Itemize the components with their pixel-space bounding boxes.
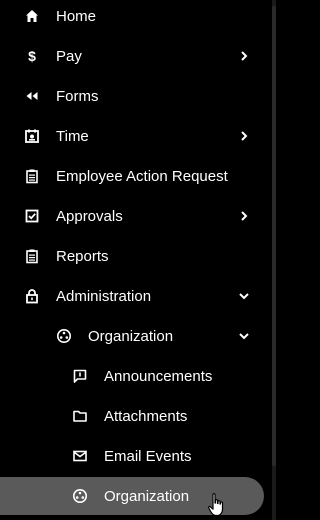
lock-icon (24, 288, 40, 304)
clipboard-icon (24, 248, 40, 264)
home-icon (24, 8, 40, 24)
nav-item-administration[interactable]: Administration (0, 276, 272, 316)
nav-group-organization[interactable]: Organization (0, 316, 272, 356)
checkbox-icon (24, 208, 40, 224)
nav-item-time[interactable]: Time (0, 116, 272, 156)
nav-item-attachments[interactable]: Attachments (0, 396, 272, 436)
nav-item-label: Forms (56, 87, 99, 105)
nav-item-label: Reports (56, 247, 109, 265)
nav-item-label: Time (56, 127, 89, 145)
nav-item-forms[interactable]: Forms (0, 76, 272, 116)
scrollbar-thumb[interactable] (272, 6, 276, 466)
nav-item-pay[interactable]: $ Pay (0, 36, 272, 76)
chevron-down-icon (238, 330, 250, 342)
nav-item-label: Announcements (104, 367, 213, 385)
dollar-icon: $ (24, 48, 40, 64)
chat-icon (72, 368, 88, 384)
nav-item-label: Home (56, 7, 97, 25)
nav-item-label: Attachments (104, 407, 188, 425)
clipboard-icon (24, 168, 40, 184)
nav-item-label: Pay (56, 47, 82, 65)
nav-item-label: Email Events (104, 447, 192, 465)
mail-icon (72, 448, 88, 464)
nav-item-organization[interactable]: Organization (0, 476, 272, 516)
nav-item-reports[interactable]: Reports (0, 236, 272, 276)
folder-icon (72, 408, 88, 424)
org-icon (72, 488, 88, 504)
side-navigation: Home $ Pay Forms Time Employee Action Re… (0, 0, 272, 520)
chevron-right-icon (238, 210, 250, 222)
chevron-right-icon (238, 130, 250, 142)
org-icon (56, 328, 72, 344)
hand-cursor-icon (208, 493, 224, 517)
chevron-right-icon (238, 50, 250, 62)
nav-item-approvals[interactable]: Approvals (0, 196, 272, 236)
chevron-down-icon (238, 290, 250, 302)
scrollbar[interactable] (272, 0, 276, 520)
nav-item-announcements[interactable]: Announcements (0, 356, 272, 396)
svg-text:$: $ (28, 48, 36, 64)
time-badge-icon (24, 128, 40, 144)
nav-item-label: Administration (56, 287, 152, 305)
nav-item-label: Organization (104, 487, 190, 505)
nav-item-label: Organization (88, 327, 174, 345)
nav-item-employee-action-request[interactable]: Employee Action Request (0, 156, 272, 196)
rewind-icon (24, 88, 40, 104)
nav-item-label: Employee Action Request (56, 167, 228, 185)
nav-item-label: Approvals (56, 207, 123, 225)
nav-item-email-events[interactable]: Email Events (0, 436, 272, 476)
nav-item-home[interactable]: Home (0, 0, 272, 36)
